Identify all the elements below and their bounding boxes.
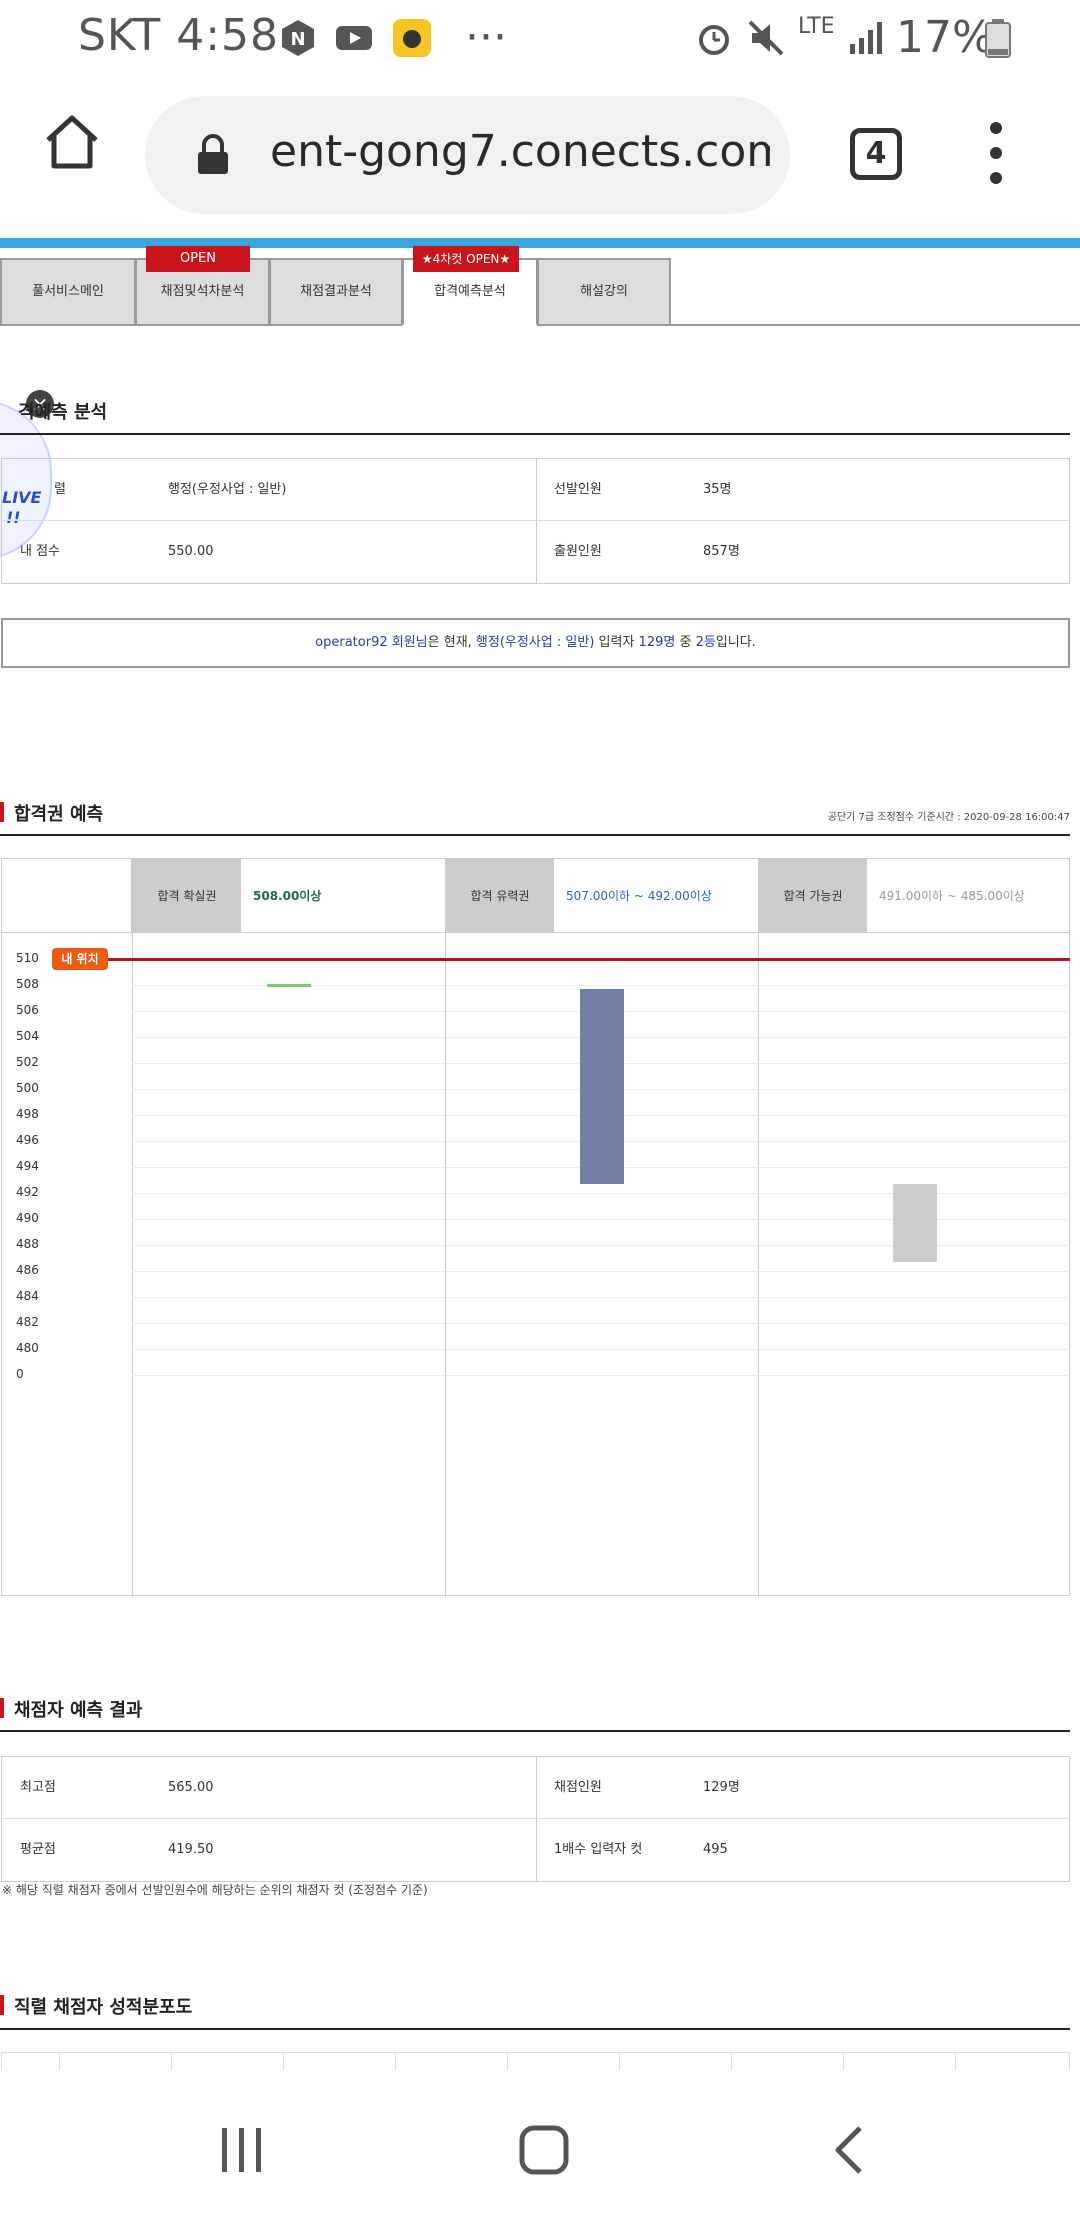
my-rank: 2등 <box>695 635 716 650</box>
y-tick-label: 500 <box>16 1081 39 1095</box>
service-tabs: 풀서비스메인 채점및석차분석 채점결과분석 합격예측분석 해설강의 OPEN ★… <box>0 246 1080 326</box>
table-row: 내 점수 550.00 출원인원 857명 <box>20 544 740 559</box>
divider <box>0 433 1070 435</box>
url-text: ent-gong7.conects.com <box>270 126 770 177</box>
more-dots: ··· <box>465 12 507 63</box>
plot-area: 510 508 506 504 502 500 498 496 494 492 490 488 486 4… <box>2 933 1070 1595</box>
bee-app-icon <box>393 19 431 57</box>
graders-info-table: 최고점 565.00 채점인원 129명 평균점 419.50 1배수 입력자 … <box>1 1756 1070 1882</box>
y-tick-label: 492 <box>16 1185 39 1199</box>
naver-icon: N <box>282 20 314 56</box>
y-tick-label: 488 <box>16 1237 39 1251</box>
y-tick-label: 496 <box>16 1133 39 1147</box>
table-row: 렬 행정(우정사업 : 일반) 선발인원 35명 <box>2 459 1069 521</box>
network-type: LTE <box>798 14 835 39</box>
battery-percent: 17% <box>896 12 994 63</box>
back-icon[interactable] <box>830 2124 866 2176</box>
zone-label: 합격 확실권 <box>133 859 241 933</box>
graders-footnote: ※ 해당 직렬 채점자 중에서 선발인원수에 해당하는 순위의 채점자 컷 (조… <box>2 1883 428 1897</box>
browser-toolbar: ent-gong7.conects.com 4 <box>0 72 1080 238</box>
y-tick-label: 486 <box>16 1263 39 1277</box>
divider <box>0 1730 1070 1732</box>
y-tick-label: 504 <box>16 1029 39 1043</box>
zone-value: 508.00이상 <box>253 889 322 903</box>
recent-apps-icon[interactable] <box>218 2126 266 2174</box>
table-row: 평균점 419.50 1배수 입력자 컷 495 <box>20 1842 728 1857</box>
y-tick-label: 502 <box>16 1055 39 1069</box>
rank-notice: operator92 회원님은 현재, 행정(우정사업 : 일반) 입력자 12… <box>1 618 1070 668</box>
reference-time: 공단기 7급 조정점수 기준시간 : 2020-09-28 16:00:47 <box>827 812 1070 823</box>
y-tick-label: 508 <box>16 977 39 991</box>
distribution-title: 직렬 채점자 성적분포도 <box>0 1993 192 2019</box>
zone-bar <box>893 1184 937 1262</box>
grid-line <box>132 1271 1070 1272</box>
prediction-title: 합격권 예측 <box>0 800 103 826</box>
youtube-icon <box>336 26 372 50</box>
graders-title: 채점자 예측 결과 <box>0 1696 142 1722</box>
tab-grading-result[interactable]: 채점결과분석 <box>269 258 403 326</box>
zone-value: 507.00이하 ~ 492.00이상 <box>566 889 712 903</box>
grader-count: 129명 <box>638 635 676 650</box>
zone-value: 491.00이하 ~ 485.00이상 <box>879 889 1025 903</box>
svg-text:N: N <box>290 29 305 50</box>
cut-open-badge: ★4차컷 OPEN★ <box>413 246 519 272</box>
zone-label: 합격 유력권 <box>446 859 554 933</box>
grid-line <box>132 1323 1070 1324</box>
analysis-title: 격예측 분석 <box>18 402 108 423</box>
battery-icon <box>985 19 1011 58</box>
android-nav-bar <box>0 2070 1080 2220</box>
more-menu-icon[interactable] <box>986 118 1006 188</box>
y-tick-label: 506 <box>16 1003 39 1017</box>
carrier-time: SKT 4:58 <box>78 10 280 61</box>
grid-line <box>132 1349 1070 1350</box>
y-tick-label: 0 <box>16 1367 24 1381</box>
grid-line <box>132 1375 1070 1376</box>
home-nav-icon[interactable] <box>518 2124 570 2176</box>
y-tick-label: 494 <box>16 1159 39 1173</box>
y-tick-label: 480 <box>16 1341 39 1355</box>
y-tick-label: 482 <box>16 1315 39 1329</box>
zone-header: 합격 확실권 508.00이상 합격 유력권 507.00이하 ~ 492.00… <box>2 859 1070 933</box>
status-bar: SKT 4:58 N ··· LTE 17% <box>0 0 1080 72</box>
tab-switcher-button[interactable]: 4 <box>850 128 902 180</box>
zone-label: 합격 가능권 <box>759 859 867 933</box>
open-badge: OPEN <box>146 246 250 272</box>
tab-full-service-main[interactable]: 풀서비스메인 <box>0 258 136 326</box>
my-position-tag: 내 위치 <box>52 948 108 970</box>
pass-zone-chart: 합격 확실권 508.00이상 합격 유력권 507.00이하 ~ 492.00… <box>1 858 1070 1597</box>
address-bar[interactable]: ent-gong7.conects.com <box>145 96 790 214</box>
tab-lecture[interactable]: 해설강의 <box>537 258 671 326</box>
mute-icon <box>748 20 784 56</box>
divider <box>0 834 1070 836</box>
y-tick-label: 498 <box>16 1107 39 1121</box>
analysis-info-table: 렬 행정(우정사업 : 일반) 선발인원 35명 내 점수 550.00 출원인… <box>1 458 1070 584</box>
y-tick-label: 484 <box>16 1289 39 1303</box>
y-tick-label: 490 <box>16 1211 39 1225</box>
grid-line <box>132 1297 1070 1298</box>
y-tick-label: 510 <box>16 951 39 965</box>
divider <box>0 2028 1070 2030</box>
my-position-line <box>52 958 1070 961</box>
alarm-icon <box>699 25 729 55</box>
table-row: 최고점 565.00 채점인원 129명 <box>2 1757 1069 1819</box>
zone-bar <box>580 989 624 1184</box>
lock-icon <box>198 134 228 174</box>
user-id: operator92 <box>315 635 388 650</box>
signal-icon <box>850 22 882 54</box>
home-icon[interactable] <box>42 112 102 172</box>
job-name: 행정(우정사업 : 일반) <box>475 635 595 650</box>
zone-bar <box>267 984 311 987</box>
